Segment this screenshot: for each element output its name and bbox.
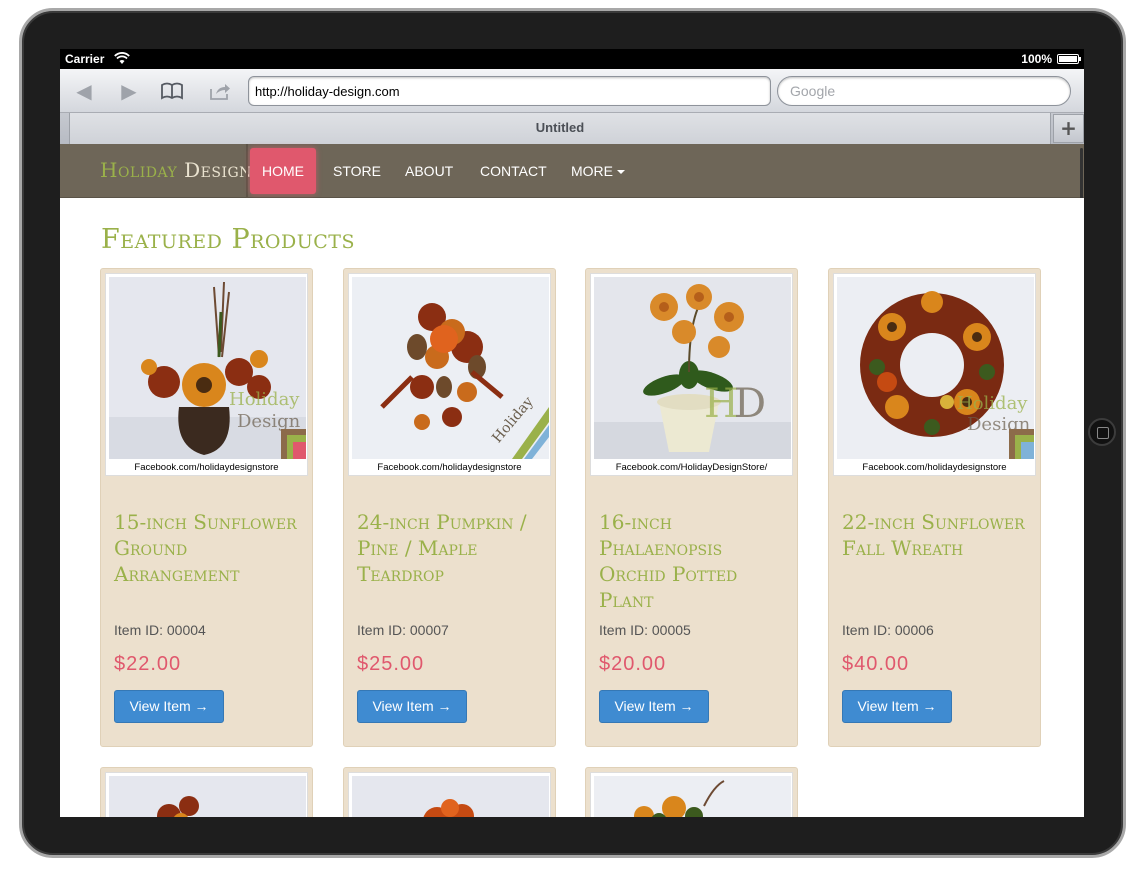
product-card xyxy=(343,767,556,817)
product-image[interactable] xyxy=(348,772,551,817)
product-photo: H D xyxy=(594,277,791,459)
svg-text:Design: Design xyxy=(237,411,301,432)
product-title[interactable]: 24-inch Pumpkin / Pine / Maple Teardrop xyxy=(357,509,549,587)
product-image[interactable]: Holiday Design Facebook.com/holidaydesig… xyxy=(833,273,1036,476)
product-image[interactable]: H D Facebook.com/HolidayDesignStore/ xyxy=(590,273,793,476)
product-photo xyxy=(594,776,791,817)
browser-toolbar: ◀ ▶ xyxy=(60,69,1084,113)
back-icon[interactable]: ◀ xyxy=(72,79,96,103)
nav-more-label: MORE xyxy=(571,163,613,179)
photo-caption: Facebook.com/HolidayDesignStore/ xyxy=(615,462,768,473)
photo-caption: Facebook.com/holidaydesignstore xyxy=(134,462,279,473)
tab-untitled[interactable]: Untitled xyxy=(69,113,1051,144)
product-card: Holiday Design Facebook.com/holidaydesig… xyxy=(828,268,1041,747)
bookmarks-icon[interactable] xyxy=(160,79,184,103)
search-input[interactable] xyxy=(777,76,1071,106)
forward-icon[interactable]: ▶ xyxy=(117,79,141,103)
product-photo: Holiday Design xyxy=(837,277,1034,459)
product-card: Holiday Design Facebook.com/holidaydesig… xyxy=(100,268,313,747)
product-card xyxy=(585,767,798,817)
view-item-button[interactable]: View Item → xyxy=(599,690,709,723)
chevron-down-icon xyxy=(617,170,625,175)
share-icon[interactable] xyxy=(208,79,232,103)
product-title[interactable]: 16-inch Phalaenopsis Orchid Potted Plant xyxy=(599,509,791,613)
home-button[interactable] xyxy=(1088,418,1116,446)
product-title[interactable]: 22-inch Sunflower Fall Wreath xyxy=(842,509,1034,561)
nav-home[interactable]: HOME xyxy=(250,148,316,194)
photo-caption: Facebook.com/holidaydesignstore xyxy=(377,462,522,473)
product-photo: Holiday xyxy=(352,277,549,459)
battery-percent: 100% xyxy=(1021,52,1052,66)
product-id: Item ID: 00005 xyxy=(599,622,691,638)
nav-more[interactable]: MORE xyxy=(571,144,625,198)
svg-text:D: D xyxy=(734,381,766,427)
product-price: $40.00 xyxy=(842,653,910,675)
screen: Carrier 100% ◀ ▶ Untitled + Holiday Desi… xyxy=(60,49,1084,817)
svg-text:Holiday: Holiday xyxy=(957,393,1028,414)
product-image[interactable]: Holiday Design Facebook.com/holidaydesig… xyxy=(105,273,308,476)
carrier-label: Carrier xyxy=(65,52,105,66)
battery-icon xyxy=(1057,54,1081,64)
view-item-button[interactable]: View Item → xyxy=(357,690,467,723)
product-card: H D Facebook.com/HolidayDesignStore/ 16-… xyxy=(585,268,798,747)
product-id: Item ID: 00006 xyxy=(842,622,934,638)
new-tab-button[interactable]: + xyxy=(1053,114,1084,143)
url-input[interactable] xyxy=(248,76,771,106)
product-photo xyxy=(352,776,549,817)
product-photo: Holiday Design xyxy=(109,277,306,459)
brand-second: Design xyxy=(184,158,252,182)
product-id: Item ID: 00004 xyxy=(114,622,206,638)
nav-about[interactable]: ABOUT xyxy=(405,144,453,198)
site-navbar: Holiday Design HOME STORE ABOUT CONTACT … xyxy=(60,144,1084,198)
nav-store[interactable]: STORE xyxy=(333,144,381,198)
photo-caption: Facebook.com/holidaydesignstore xyxy=(862,462,1007,473)
svg-text:Holiday: Holiday xyxy=(229,389,300,410)
product-id: Item ID: 00007 xyxy=(357,622,449,638)
wifi-icon xyxy=(114,52,130,64)
product-price: $22.00 xyxy=(114,653,182,675)
view-item-button[interactable]: View Item → xyxy=(114,690,224,723)
site-logo[interactable]: Holiday Design xyxy=(100,158,252,182)
product-image[interactable] xyxy=(590,772,793,817)
product-image[interactable]: Holiday Facebook.com/holidaydesignstore xyxy=(348,273,551,476)
view-item-button[interactable]: View Item → xyxy=(842,690,952,723)
product-image[interactable] xyxy=(105,772,308,817)
nav-divider xyxy=(246,144,248,198)
nav-contact[interactable]: CONTACT xyxy=(480,144,547,198)
product-card: Holiday Facebook.com/holidaydesignstore … xyxy=(343,268,556,747)
product-card xyxy=(100,767,313,817)
status-bar: Carrier 100% xyxy=(60,49,1084,69)
product-price: $20.00 xyxy=(599,653,667,675)
product-title[interactable]: 15-inch Sunflower Ground Arrangement xyxy=(114,509,306,587)
product-price: $25.00 xyxy=(357,653,425,675)
main-content: Featured Products Holiday Design Faceboo… xyxy=(60,198,1084,817)
product-photo xyxy=(109,776,306,817)
brand-first: Holiday xyxy=(100,158,178,182)
tab-strip: Untitled + xyxy=(60,113,1084,144)
page-title: Featured Products xyxy=(101,224,355,255)
